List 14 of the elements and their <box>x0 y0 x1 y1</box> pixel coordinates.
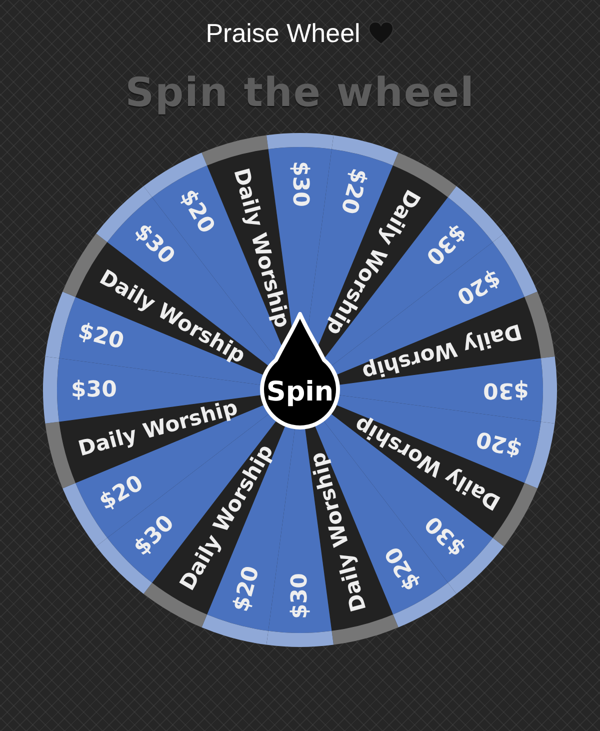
heart-icon <box>368 21 394 45</box>
segment-label: $20 <box>95 470 148 516</box>
segment-label: $20 <box>335 166 372 216</box>
app-title: Praise Wheel <box>206 18 360 48</box>
segment-label: $20 <box>452 264 505 310</box>
segment-label: $20 <box>474 425 524 462</box>
segment-label: $30 <box>483 378 529 402</box>
segment-label: $30 <box>71 378 117 402</box>
segment-label: $30 <box>129 219 180 270</box>
segment-label: $30 <box>288 573 312 619</box>
segment-label: $30 <box>288 161 312 207</box>
segment-label: $30 <box>420 510 471 561</box>
segment-label: $20 <box>76 318 126 355</box>
segment-label: $20 <box>228 564 265 614</box>
